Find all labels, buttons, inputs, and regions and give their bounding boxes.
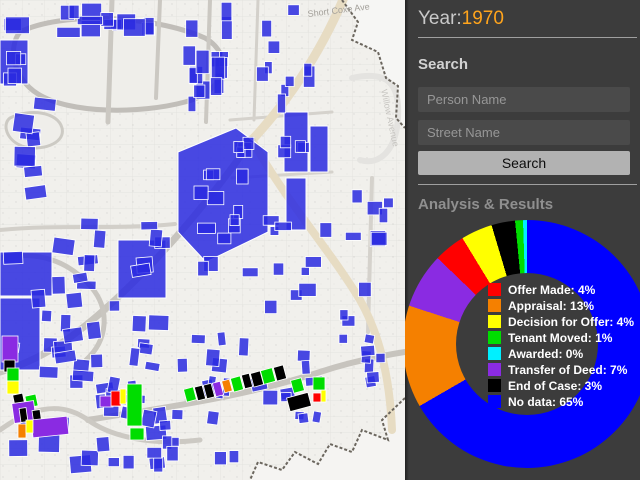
legend-swatch bbox=[488, 283, 501, 296]
legend-swatch bbox=[488, 363, 501, 376]
legend-item: No data: 65% bbox=[488, 395, 638, 408]
legend-label: Decision for Offer: 4% bbox=[508, 315, 634, 329]
year-display: Year:1970 bbox=[418, 7, 504, 31]
legend-item: Transfer of Deed: 7% bbox=[488, 363, 638, 376]
app-window: Short Coxe AveWillow Avenue Year:1970 Se… bbox=[0, 0, 640, 480]
year-value: 1970 bbox=[462, 8, 504, 29]
legend-label: End of Case: 3% bbox=[508, 379, 602, 393]
legend-swatch bbox=[488, 331, 501, 344]
map-canvas[interactable]: Short Coxe AveWillow Avenue bbox=[0, 0, 405, 480]
legend-item: End of Case: 3% bbox=[488, 379, 638, 392]
search-button[interactable]: Search bbox=[418, 151, 630, 175]
legend-swatch bbox=[488, 379, 501, 392]
legend-label: Transfer of Deed: 7% bbox=[508, 363, 627, 377]
legend-swatch bbox=[488, 299, 501, 312]
search-heading: Search bbox=[418, 56, 468, 73]
legend-swatch bbox=[488, 347, 501, 360]
legend-swatch bbox=[488, 315, 501, 328]
legend-label: Appraisal: 13% bbox=[508, 299, 594, 313]
legend-item: Offer Made: 4% bbox=[488, 283, 638, 296]
legend-label: No data: 65% bbox=[508, 395, 583, 409]
legend-label: Awarded: 0% bbox=[508, 347, 583, 361]
map-region: Short Coxe AveWillow Avenue bbox=[0, 0, 405, 480]
legend-label: Tenant Moved: 1% bbox=[508, 331, 612, 345]
sidebar: Year:1970 Search Search Analysis & Resul… bbox=[405, 0, 640, 480]
legend-item: Appraisal: 13% bbox=[488, 299, 638, 312]
legend-item: Decision for Offer: 4% bbox=[488, 315, 638, 328]
analysis-heading: Analysis & Results bbox=[418, 196, 553, 213]
divider bbox=[418, 184, 637, 185]
street-name-input[interactable] bbox=[418, 120, 630, 145]
year-label: Year: bbox=[418, 8, 462, 29]
legend-label: Offer Made: 4% bbox=[508, 283, 595, 297]
legend-swatch bbox=[488, 395, 501, 408]
legend-item: Awarded: 0% bbox=[488, 347, 638, 360]
person-name-input[interactable] bbox=[418, 87, 630, 112]
legend-item: Tenant Moved: 1% bbox=[488, 331, 638, 344]
chart-legend: Offer Made: 4% Appraisal: 13% Decision for… bbox=[488, 283, 638, 411]
status-donut-chart: Offer Made: 4% Appraisal: 13% Decision for… bbox=[405, 220, 640, 468]
divider bbox=[418, 37, 637, 38]
